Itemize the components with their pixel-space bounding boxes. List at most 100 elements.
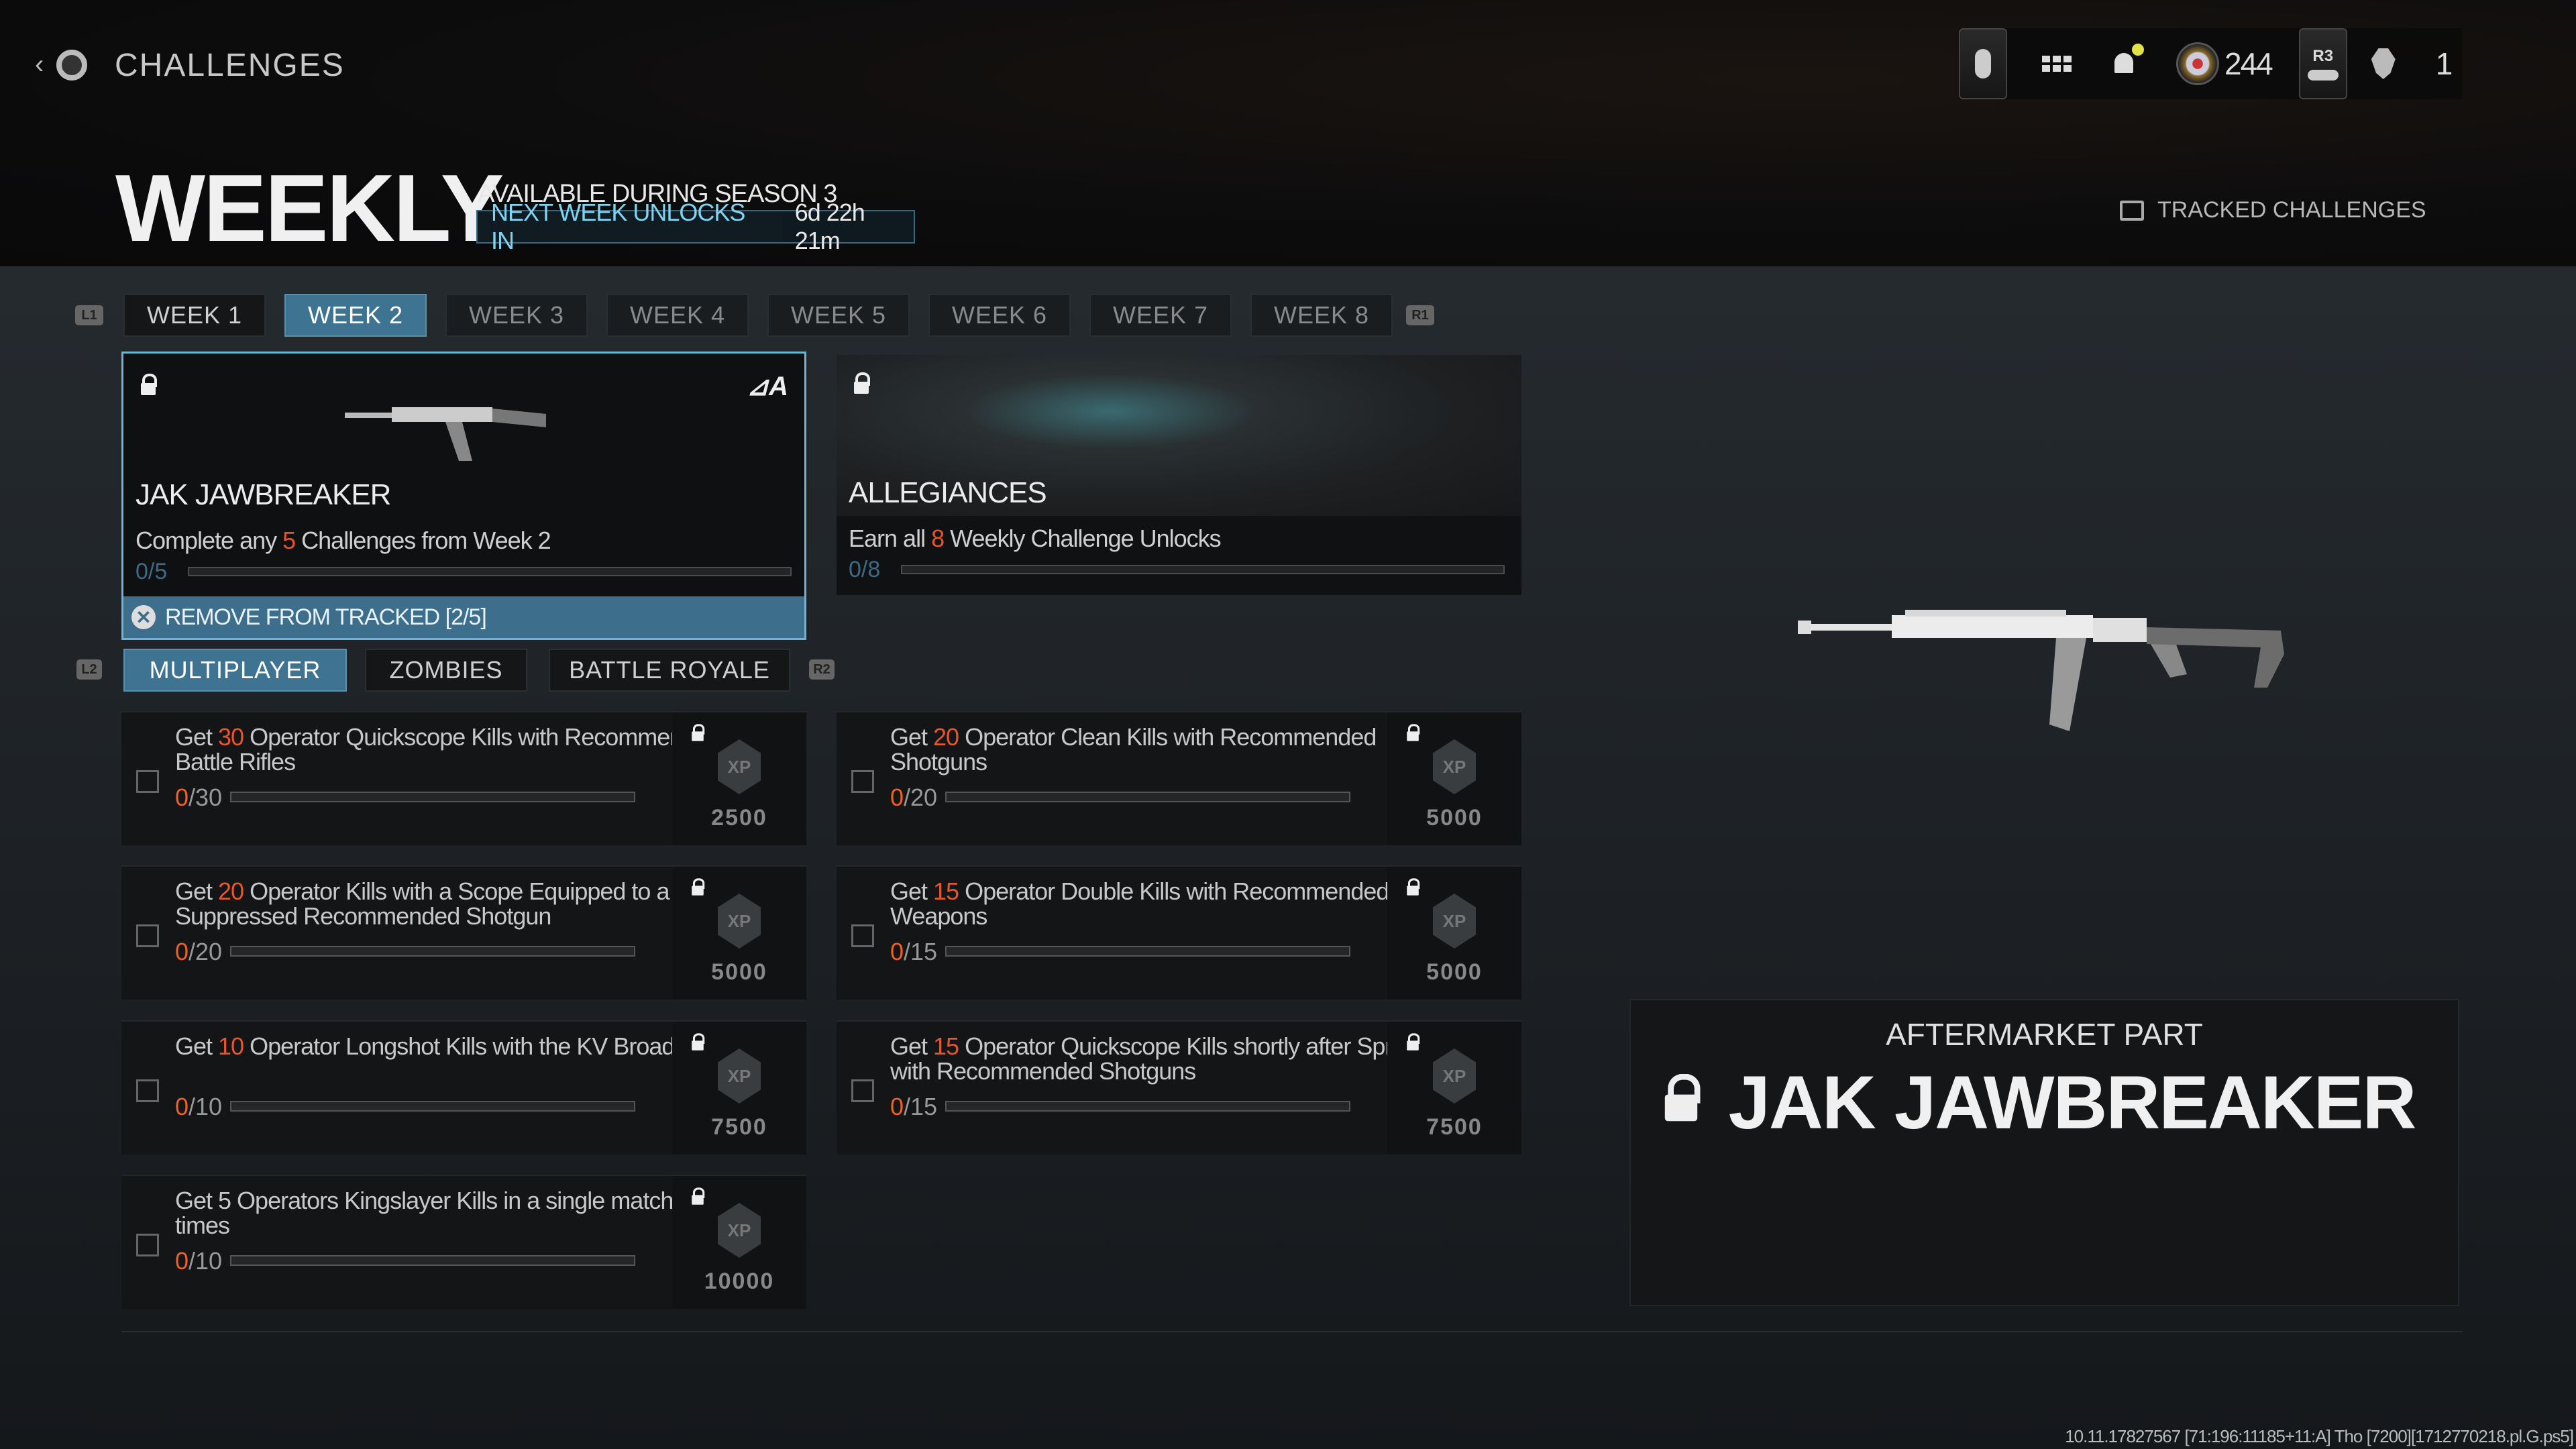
challenge-progress-bar <box>230 1101 635 1112</box>
xp-reward: XP 5000 <box>1387 712 1521 845</box>
r3-button[interactable]: R3 <box>2298 28 2347 99</box>
menu-button[interactable] <box>1959 28 2007 99</box>
operator-count: 1 <box>2435 46 2453 81</box>
unlock-timer: NEXT WEEK UNLOCKS IN 6d 22h 21m <box>476 199 915 254</box>
xp-reward: XP 7500 <box>1387 1022 1521 1155</box>
back-chevron-icon[interactable]: ‹ <box>35 50 44 80</box>
reward-progress-text: 0/5 <box>136 559 168 584</box>
item-kind: AFTERMARKET PART <box>1886 1017 2203 1052</box>
challenge-progress-bar <box>230 792 635 802</box>
r3-icon <box>2307 70 2339 80</box>
challenge-card[interactable]: Get 15 Operator Double Kills with Recomm… <box>837 865 1521 1000</box>
challenge-progress-bar <box>945 946 1350 957</box>
r3-label: R3 <box>2312 47 2334 65</box>
xp-value: 7500 <box>1426 1114 1483 1140</box>
grid-icon[interactable] <box>2042 56 2072 72</box>
weapon-preview <box>1798 610 2284 731</box>
tab-week-8[interactable]: WEEK 8 <box>1250 294 1393 337</box>
build-info: 10.11.17827567 [71:196:11185+11:A] Tho [… <box>2065 1426 2574 1446</box>
reward-desc: Complete any 5 Challenges from Week 2 <box>136 527 551 554</box>
reward-card-allegiances[interactable]: ALLEGIANCES Earn all 8 Weekly Challenge … <box>837 355 1521 595</box>
tab-week-2[interactable]: WEEK 2 <box>284 294 427 337</box>
xp-icon: XP <box>718 1203 761 1258</box>
challenge-card[interactable]: Get 30 Operator Quickscope Kills with Re… <box>121 711 806 845</box>
tab-week-4[interactable]: WEEK 4 <box>606 294 749 337</box>
tab-week-1[interactable]: WEEK 1 <box>123 294 266 337</box>
tab-week-5[interactable]: WEEK 5 <box>767 294 910 337</box>
tracked-label: TRACKED CHALLENGES <box>2157 197 2426 223</box>
reward-card-jak-jawbreaker[interactable]: ⊿A JAK JAWBREAKER Complete any 5 Challen… <box>121 352 806 640</box>
tab-week-3[interactable]: WEEK 3 <box>445 294 588 337</box>
reward-desc: Earn all 8 Weekly Challenge Unlocks <box>849 525 1222 552</box>
challenge-text: Get 5 Operators Kingslayer Kills in a si… <box>175 1187 705 1239</box>
reward-progress-bar <box>188 567 792 576</box>
track-checkbox[interactable] <box>136 1079 159 1102</box>
lock-icon <box>141 374 157 395</box>
xp-icon: XP <box>1433 1049 1476 1104</box>
challenge-text: Get 20 Operator Kills with a Scope Equip… <box>175 877 669 930</box>
xp-value: 5000 <box>711 959 767 985</box>
tab-week-7[interactable]: WEEK 7 <box>1089 294 1232 337</box>
menu-pill-icon <box>1975 49 1991 78</box>
lock-icon <box>692 878 705 896</box>
lock-icon <box>854 372 870 394</box>
x-button-icon: ✕ <box>131 605 156 629</box>
track-checkbox[interactable] <box>136 770 159 793</box>
reward-title: JAK JAWBREAKER <box>136 478 391 511</box>
challenge-card[interactable]: Get 5 Operators Kingslayer Kills in a si… <box>121 1175 806 1309</box>
challenge-card[interactable]: Get 10 Operator Longshot Kills with the … <box>121 1020 806 1155</box>
avatar[interactable] <box>2176 42 2219 85</box>
operator-icon[interactable] <box>2371 48 2396 79</box>
top-hud: 244 R3 1 <box>1959 28 2462 99</box>
challenge-progress-text: 0/15 <box>890 1093 938 1120</box>
r1-hint: R1 <box>1406 305 1434 325</box>
tab-multiplayer[interactable]: MULTIPLAYER <box>123 649 347 692</box>
remove-tracked-label: REMOVE FROM TRACKED [2/5] <box>165 604 487 630</box>
brand-logo-icon: ⊿A <box>746 372 788 401</box>
player-level: 244 <box>2224 46 2273 81</box>
back-button-icon[interactable] <box>56 50 87 80</box>
xp-reward: XP 5000 <box>672 867 806 1000</box>
item-name: JAK JAWBREAKER <box>1631 1059 2458 1146</box>
reward-progress-text: 0/8 <box>849 557 881 582</box>
xp-reward: XP 7500 <box>672 1022 806 1155</box>
track-checkbox[interactable] <box>851 1079 874 1102</box>
tracked-challenges-button[interactable]: TRACKED CHALLENGES <box>2120 197 2426 223</box>
challenge-progress-bar <box>230 1255 635 1266</box>
challenge-card[interactable]: Get 20 Operator Kills with a Scope Equip… <box>121 865 806 1000</box>
lock-icon <box>1407 724 1420 741</box>
lock-icon <box>1407 1033 1420 1051</box>
tab-battle-royale[interactable]: BATTLE ROYALE <box>549 649 790 692</box>
tab-week-6[interactable]: WEEK 6 <box>928 294 1071 337</box>
notification-dot <box>2132 44 2144 56</box>
xp-icon: XP <box>1433 894 1476 949</box>
challenge-text: Get 10 Operator Longshot Kills with the … <box>175 1032 717 1060</box>
remove-from-tracked-button[interactable]: ✕ REMOVE FROM TRACKED [2/5] <box>123 596 804 638</box>
r2-hint: R2 <box>809 659 835 680</box>
challenge-card[interactable]: Get 20 Operator Clean Kills with Recomme… <box>837 711 1521 845</box>
bell-icon[interactable] <box>2112 44 2144 78</box>
lock-icon <box>692 724 705 741</box>
track-checkbox[interactable] <box>851 770 874 793</box>
challenge-card[interactable]: Get 15 Operator Quickscope Kills shortly… <box>837 1020 1521 1155</box>
page-title: WEEKLY <box>115 155 504 262</box>
tab-zombies[interactable]: ZOMBIES <box>365 649 527 692</box>
track-checkbox[interactable] <box>136 1234 159 1256</box>
xp-value: 7500 <box>711 1114 767 1140</box>
challenge-text: Get 30 Operator Quickscope Kills with Re… <box>175 723 721 775</box>
xp-icon: XP <box>718 894 761 949</box>
track-checkbox[interactable] <box>136 924 159 947</box>
xp-value: 5000 <box>1426 959 1483 985</box>
aftermarket-part-panel: AFTERMARKET PART JAK JAWBREAKER <box>1629 999 2459 1306</box>
l1-hint: L1 <box>75 305 103 325</box>
track-checkbox[interactable] <box>851 924 874 947</box>
xp-reward: XP 5000 <box>1387 867 1521 1000</box>
challenge-progress-text: 0/20 <box>890 784 938 811</box>
tracked-icon <box>2120 200 2144 221</box>
divider <box>121 1331 2463 1332</box>
reward-title: ALLEGIANCES <box>849 476 1047 509</box>
lock-icon <box>692 1187 705 1205</box>
xp-icon: XP <box>1433 739 1476 794</box>
challenge-text: Get 20 Operator Clean Kills with Recomme… <box>890 723 1377 775</box>
xp-reward: XP 10000 <box>672 1176 806 1309</box>
